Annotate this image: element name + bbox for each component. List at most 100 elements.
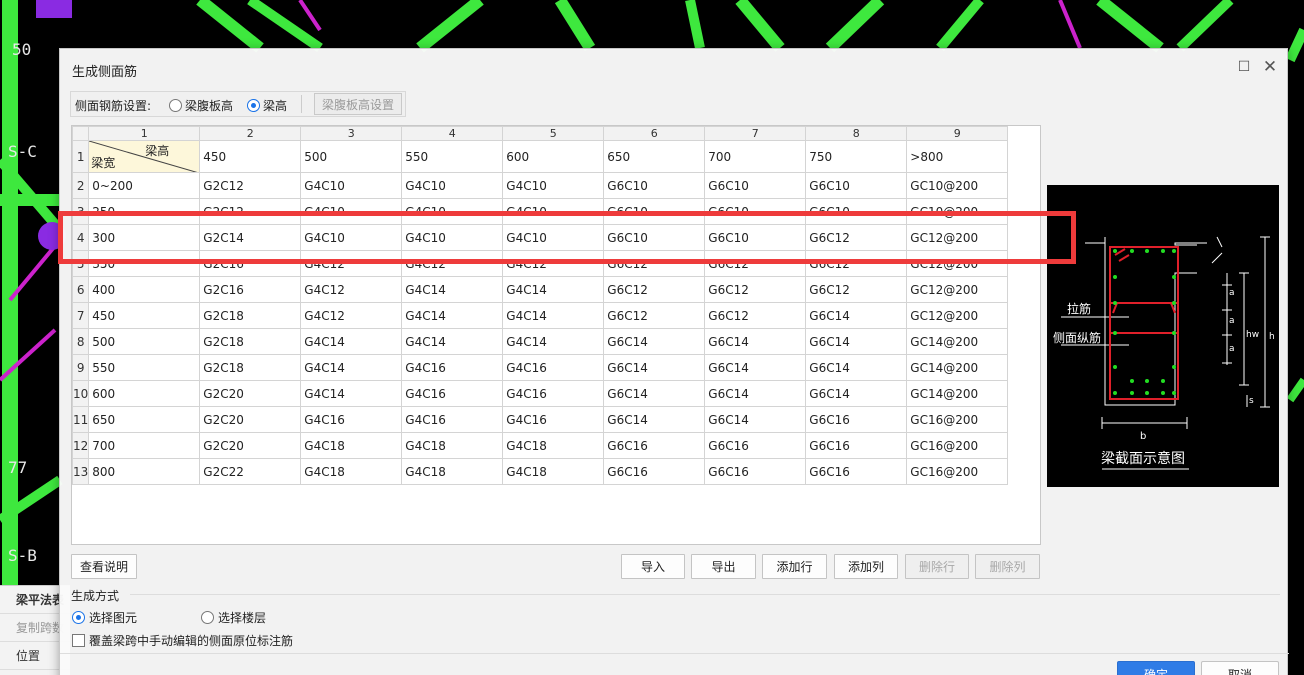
- rebar-cell[interactable]: GC16@200: [906, 432, 1009, 459]
- radio-icon[interactable]: [72, 611, 85, 624]
- rebar-cell[interactable]: G4C16: [401, 406, 504, 433]
- rebar-cell[interactable]: G4C16: [502, 406, 605, 433]
- rebar-cell[interactable]: GC10@200: [906, 198, 1009, 225]
- rebar-cell[interactable]: G4C12: [300, 276, 403, 303]
- rebar-cell[interactable]: G2C20: [199, 432, 302, 459]
- rebar-cell[interactable]: G6C14: [704, 354, 807, 381]
- rebar-cell[interactable]: G6C12: [805, 224, 908, 251]
- rebar-cell[interactable]: G6C14: [805, 354, 908, 381]
- rebar-cell[interactable]: G6C14: [603, 380, 706, 407]
- rebar-cell[interactable]: G4C10: [300, 172, 403, 199]
- rebar-cell[interactable]: G4C10: [502, 172, 605, 199]
- rebar-cell[interactable]: G4C14: [401, 302, 504, 329]
- rebar-cell[interactable]: G4C12: [401, 250, 504, 277]
- rebar-cell[interactable]: GC14@200: [906, 380, 1009, 407]
- rebar-cell[interactable]: G2C16: [199, 250, 302, 277]
- rebar-cell[interactable]: G6C14: [603, 406, 706, 433]
- column-number[interactable]: 5: [502, 126, 605, 141]
- rebar-cell[interactable]: G4C16: [401, 380, 504, 407]
- rebar-cell[interactable]: G2C12: [199, 172, 302, 199]
- beam-width-cell[interactable]: 300: [88, 224, 201, 251]
- column-number[interactable]: 3: [300, 126, 403, 141]
- row-number[interactable]: 9: [71, 354, 90, 381]
- rebar-cell[interactable]: GC16@200: [906, 406, 1009, 433]
- rebar-cell[interactable]: G6C12: [603, 302, 706, 329]
- rebar-cell[interactable]: G6C12: [704, 250, 807, 277]
- rebar-cell[interactable]: G2C16: [199, 276, 302, 303]
- diagonal-header-cell[interactable]: 梁高 梁宽: [88, 140, 201, 173]
- rebar-cell[interactable]: G2C20: [199, 406, 302, 433]
- rebar-cell[interactable]: G4C16: [502, 354, 605, 381]
- beam-width-cell[interactable]: 450: [88, 302, 201, 329]
- row-number[interactable]: 1: [71, 140, 90, 173]
- rebar-cell[interactable]: GC12@200: [906, 250, 1009, 277]
- radio-web-height[interactable]: 梁腹板高: [169, 97, 233, 114]
- rebar-cell[interactable]: G6C16: [603, 432, 706, 459]
- close-icon[interactable]: ✕: [1262, 59, 1278, 76]
- rebar-cell[interactable]: G4C10: [300, 198, 403, 225]
- rebar-cell[interactable]: G6C12: [805, 250, 908, 277]
- row-number[interactable]: 4: [71, 224, 90, 251]
- rebar-cell[interactable]: G4C18: [401, 458, 504, 485]
- rebar-cell[interactable]: G6C14: [805, 302, 908, 329]
- rebar-cell[interactable]: G6C10: [603, 224, 706, 251]
- beam-height-header-cell[interactable]: 650: [603, 140, 706, 173]
- rebar-cell[interactable]: G4C14: [401, 276, 504, 303]
- delete-row-button[interactable]: 删除行: [905, 554, 969, 579]
- rebar-cell[interactable]: G6C12: [704, 276, 807, 303]
- rebar-cell[interactable]: G6C10: [603, 198, 706, 225]
- rebar-cell[interactable]: G6C16: [704, 432, 807, 459]
- beam-width-cell[interactable]: 700: [88, 432, 201, 459]
- rebar-cell[interactable]: G6C10: [704, 224, 807, 251]
- rebar-cell[interactable]: G6C16: [704, 458, 807, 485]
- beam-height-header-cell[interactable]: 700: [704, 140, 807, 173]
- column-number[interactable]: 9: [906, 126, 1009, 141]
- beam-height-header-cell[interactable]: 750: [805, 140, 908, 173]
- rebar-cell[interactable]: G4C10: [401, 172, 504, 199]
- beam-width-cell[interactable]: 250: [88, 198, 201, 225]
- web-height-settings-button[interactable]: 梁腹板高设置: [314, 93, 402, 115]
- rebar-cell[interactable]: G6C16: [805, 406, 908, 433]
- rebar-cell[interactable]: G6C12: [603, 276, 706, 303]
- beam-height-header-cell[interactable]: 600: [502, 140, 605, 173]
- add-row-button[interactable]: 添加行: [762, 554, 827, 579]
- rebar-cell[interactable]: GC12@200: [906, 302, 1009, 329]
- beam-width-cell[interactable]: 600: [88, 380, 201, 407]
- rebar-cell[interactable]: G2C14: [199, 224, 302, 251]
- beam-width-cell[interactable]: 400: [88, 276, 201, 303]
- rebar-cell[interactable]: G4C10: [401, 224, 504, 251]
- maximize-icon[interactable]: ☐: [1236, 59, 1252, 75]
- rebar-cell[interactable]: G4C10: [502, 224, 605, 251]
- rebar-cell[interactable]: G2C20: [199, 380, 302, 407]
- column-number[interactable]: 2: [199, 126, 302, 141]
- rebar-cell[interactable]: G4C16: [300, 406, 403, 433]
- rebar-cell[interactable]: G6C16: [805, 432, 908, 459]
- rebar-cell[interactable]: G4C14: [300, 380, 403, 407]
- beam-width-cell[interactable]: 0~200: [88, 172, 201, 199]
- rebar-cell[interactable]: G6C14: [805, 328, 908, 355]
- rebar-cell[interactable]: G4C10: [300, 224, 403, 251]
- rebar-cell[interactable]: GC14@200: [906, 328, 1009, 355]
- overwrite-checkbox[interactable]: [72, 634, 85, 647]
- rebar-cell[interactable]: G6C14: [704, 328, 807, 355]
- radio-icon[interactable]: [201, 611, 214, 624]
- beam-height-header-cell[interactable]: 550: [401, 140, 504, 173]
- rebar-cell[interactable]: G6C14: [704, 380, 807, 407]
- rebar-cell[interactable]: G4C16: [502, 380, 605, 407]
- row-number[interactable]: 3: [71, 198, 90, 225]
- rebar-cell[interactable]: G6C10: [704, 172, 807, 199]
- beam-height-header-cell[interactable]: 500: [300, 140, 403, 173]
- rebar-cell[interactable]: G4C16: [401, 354, 504, 381]
- radio-select-elements[interactable]: 选择图元: [72, 609, 137, 626]
- rebar-cell[interactable]: G6C16: [805, 458, 908, 485]
- rebar-cell[interactable]: G4C18: [300, 432, 403, 459]
- rebar-cell[interactable]: G2C22: [199, 458, 302, 485]
- column-number[interactable]: 4: [401, 126, 504, 141]
- rebar-cell[interactable]: G6C14: [603, 354, 706, 381]
- rebar-cell[interactable]: GC10@200: [906, 172, 1009, 199]
- ok-button[interactable]: 确定: [1117, 661, 1195, 675]
- rebar-cell[interactable]: G4C18: [300, 458, 403, 485]
- rebar-cell[interactable]: G6C14: [805, 380, 908, 407]
- rebar-cell[interactable]: G6C14: [603, 328, 706, 355]
- rebar-cell[interactable]: GC12@200: [906, 224, 1009, 251]
